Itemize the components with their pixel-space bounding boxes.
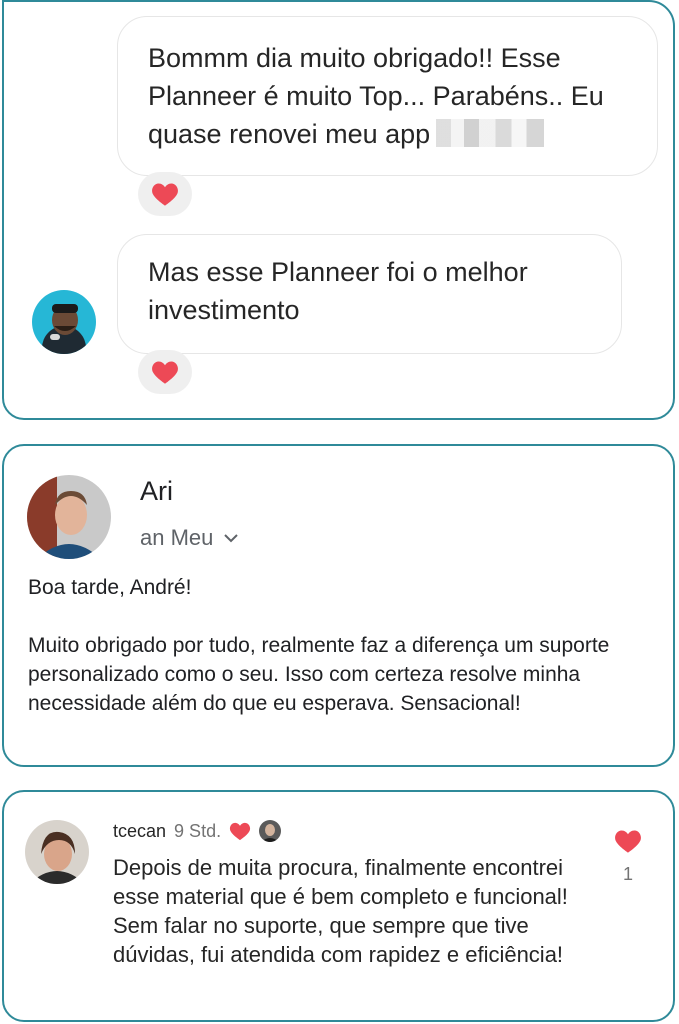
heart-icon	[152, 183, 178, 206]
message-bubble-2: Mas esse Planneer foi o melhor investime…	[117, 234, 622, 354]
email-body: Boa tarde, André! Muito obrigado por tud…	[28, 573, 648, 718]
liked-by-avatar	[259, 820, 282, 842]
like-button[interactable]	[614, 828, 642, 859]
like-count: 1	[622, 864, 633, 884]
heart-reaction-1[interactable]	[138, 172, 192, 216]
email-text: Muito obrigado por tudo, realmente faz a…	[28, 634, 610, 715]
message-bubble-1: Bommm dia muito obrigado!! Esse Planneer…	[117, 16, 658, 176]
heart-icon	[615, 830, 641, 853]
recipient-text: an Meu	[140, 525, 214, 550]
message-text-2: Mas esse Planneer foi o melhor investime…	[148, 257, 528, 325]
heart-icon	[229, 822, 251, 841]
comment-header: tcecan 9 Std.	[113, 820, 282, 842]
heart-icon	[152, 361, 178, 384]
sender-avatar[interactable]	[27, 475, 111, 559]
chevron-down-icon	[224, 534, 239, 543]
chat-card: Bommm dia muito obrigado!! Esse Planneer…	[2, 0, 675, 420]
commenter-avatar[interactable]	[25, 820, 89, 884]
comment-time: 9 Std.	[174, 820, 222, 841]
blurred-app-name	[436, 119, 545, 147]
sender-name: Ari	[140, 476, 173, 506]
recipient-line[interactable]: an Meu	[140, 525, 239, 551]
comment-username[interactable]: tcecan	[113, 821, 166, 842]
avatar[interactable]	[32, 290, 96, 354]
heart-reaction-2[interactable]	[138, 350, 192, 394]
comment-text: Depois de muita procura, finalmente enco…	[113, 855, 568, 967]
email-greeting: Boa tarde, André!	[28, 576, 192, 599]
